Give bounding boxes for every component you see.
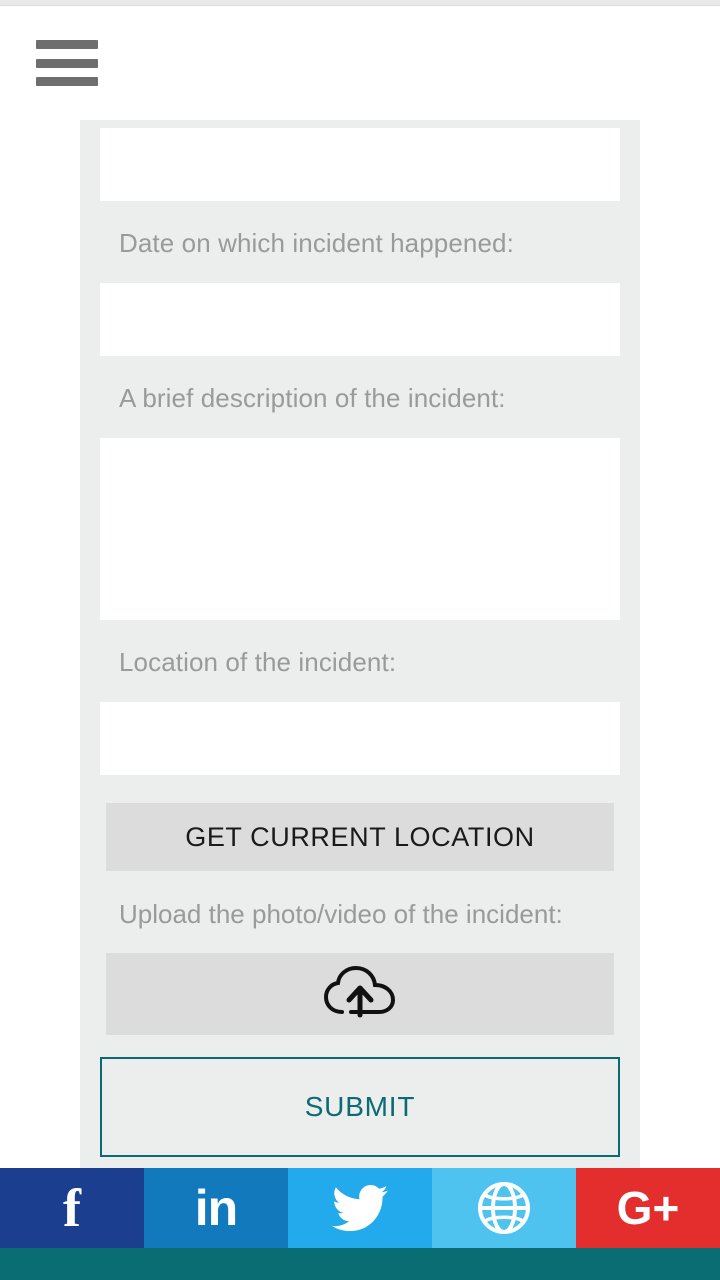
twitter-icon [332, 1185, 388, 1231]
social-link-website[interactable] [432, 1168, 576, 1248]
incident-description-label: A brief description of the incident: [119, 383, 506, 413]
social-link-linkedin[interactable]: in [144, 1168, 288, 1248]
app-header [0, 6, 720, 120]
social-links-bar: f in G+ [0, 1168, 720, 1248]
incident-form-card: Date on which incident happened: A brief… [80, 120, 640, 1168]
incident-description-input[interactable] [100, 438, 620, 620]
social-link-googleplus[interactable]: G+ [576, 1168, 720, 1248]
hamburger-bar [36, 40, 98, 49]
google-plus-icon: G+ [616, 1182, 680, 1234]
app-screen: Date on which incident happened: A brief… [0, 0, 720, 1280]
upload-media-button[interactable] [106, 953, 614, 1035]
hamburger-bar [36, 77, 98, 86]
form-wrapper: Date on which incident happened: A brief… [0, 120, 720, 1168]
upload-media-label: Upload the photo/video of the incident: [119, 899, 563, 929]
social-link-facebook[interactable]: f [0, 1168, 144, 1248]
incident-location-input[interactable] [100, 702, 620, 775]
globe-icon [477, 1181, 531, 1235]
facebook-icon: f [63, 1178, 81, 1238]
hamburger-menu-icon[interactable] [36, 40, 98, 86]
bottom-accent-bar [0, 1248, 720, 1280]
hamburger-bar [36, 58, 98, 68]
submit-button[interactable]: SUBMIT [100, 1057, 620, 1157]
social-link-twitter[interactable] [288, 1168, 432, 1248]
cloud-upload-icon [323, 965, 396, 1023]
get-current-location-button[interactable]: GET CURRENT LOCATION [106, 803, 614, 871]
incident-location-label: Location of the incident: [119, 647, 397, 677]
linkedin-icon: in [194, 1180, 238, 1236]
incident-date-input[interactable] [100, 283, 620, 356]
incident-date-label: Date on which incident happened: [119, 228, 514, 258]
incident-title-input[interactable] [100, 128, 620, 201]
